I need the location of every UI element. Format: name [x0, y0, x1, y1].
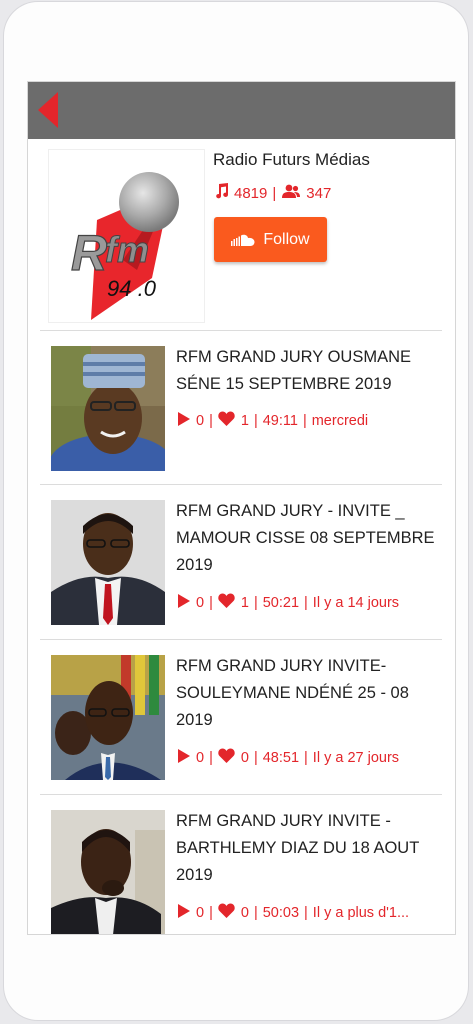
track-meta: 0 | 1 | 50:21 | Il y a 14 jours: [178, 593, 399, 612]
track-duration: 50:21: [262, 594, 300, 611]
plays-count: 0: [196, 904, 205, 921]
track-item[interactable]: RFM GRAND JURY OUSMANE SÉNE 15 SEPTEMBRE…: [40, 330, 442, 485]
track-title: RFM GRAND JURY INVITE - BARTHLEMY DIAZ D…: [176, 812, 419, 884]
svg-text:fm: fm: [105, 229, 149, 270]
track-meta: 0 | 1 | 49:11 | mercredi: [178, 411, 368, 430]
soundcloud-icon: [231, 234, 255, 246]
heart-icon[interactable]: [218, 593, 235, 612]
track-thumbnail: [51, 655, 165, 780]
station-logo: R fm 94 .0: [48, 149, 205, 323]
track-item[interactable]: RFM GRAND JURY INVITE - BARTHLEMY DIAZ D…: [40, 794, 442, 934]
stats-separator: |: [272, 184, 277, 202]
track-title: RFM GRAND JURY OUSMANE SÉNE 15 SEPTEMBRE…: [176, 348, 411, 393]
track-title: RFM GRAND JURY INVITE- SOULEYMANE NDÉNÉ …: [176, 657, 409, 729]
track-date: Il y a 14 jours: [312, 594, 400, 611]
play-icon[interactable]: [178, 748, 190, 767]
track-date: Il y a 27 jours: [312, 749, 400, 766]
plays-count: 0: [196, 594, 205, 611]
music-note-icon: [215, 183, 229, 203]
track-meta: 0 | 0 | 48:51 | Il y a 27 jours: [178, 748, 399, 767]
track-date: mercredi: [311, 412, 369, 429]
heart-icon[interactable]: [218, 903, 235, 922]
back-arrow-icon: [38, 92, 58, 128]
users-icon: [281, 184, 301, 202]
heart-icon[interactable]: [218, 411, 235, 430]
followers-count: 347: [306, 184, 332, 202]
play-icon[interactable]: [178, 903, 190, 922]
heart-icon[interactable]: [218, 748, 235, 767]
svg-text:94 .0: 94 .0: [107, 276, 157, 301]
play-icon[interactable]: [178, 411, 190, 430]
back-button[interactable]: [38, 92, 60, 128]
track-thumbnail: [51, 500, 165, 625]
track-duration: 49:11: [262, 412, 298, 429]
track-item[interactable]: RFM GRAND JURY - INVITE _ MAMOUR CISSE 0…: [40, 484, 442, 639]
likes-count: 0: [240, 904, 249, 921]
plays-count: 0: [196, 749, 205, 766]
track-thumbnail: [51, 346, 165, 471]
track-item[interactable]: RFM GRAND JURY INVITE- SOULEYMANE NDÉNÉ …: [40, 639, 442, 794]
top-bar: [28, 82, 455, 139]
track-title: RFM GRAND JURY - INVITE _ MAMOUR CISSE 0…: [176, 502, 435, 574]
likes-count: 1: [240, 412, 249, 429]
play-icon[interactable]: [178, 593, 190, 612]
likes-count: 1: [240, 594, 249, 611]
device-frame: R fm 94 .0 Radio Futurs Médias 4819 | 34…: [4, 2, 468, 1020]
track-date: Il y a plus d'1...: [312, 904, 410, 921]
likes-count: 0: [240, 749, 249, 766]
track-thumbnail: [51, 810, 165, 934]
track-meta: 0 | 0 | 50:03 | Il y a plus d'1...: [178, 903, 409, 922]
follow-button[interactable]: Follow: [214, 217, 327, 262]
follow-label: Follow: [263, 230, 310, 248]
station-profile: R fm 94 .0 Radio Futurs Médias 4819 | 34…: [28, 139, 455, 331]
track-duration: 48:51: [262, 749, 300, 766]
track-duration: 50:03: [262, 904, 300, 921]
app-screen: R fm 94 .0 Radio Futurs Médias 4819 | 34…: [27, 81, 456, 935]
station-stats: 4819 | 347: [215, 183, 331, 203]
station-name: Radio Futurs Médias: [213, 150, 370, 169]
tracks-count: 4819: [234, 184, 268, 202]
plays-count: 0: [196, 412, 205, 429]
svg-text:R: R: [71, 225, 107, 281]
